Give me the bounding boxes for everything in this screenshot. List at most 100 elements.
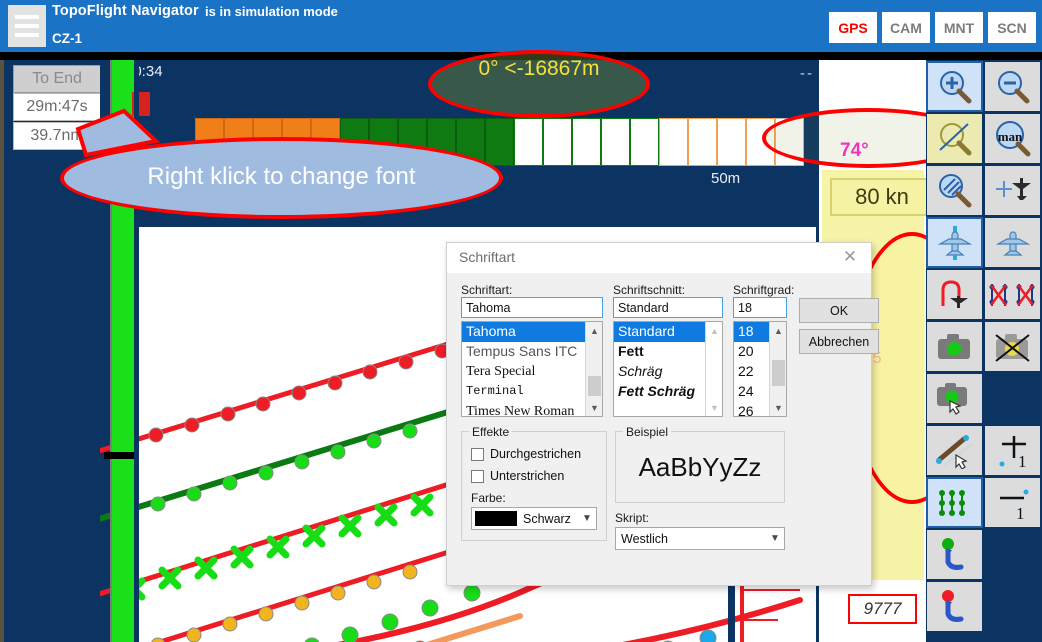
font-family-input[interactable]: Tahoma [461, 297, 603, 318]
zoom-out-icon[interactable] [984, 61, 1041, 112]
progress-cell [688, 118, 717, 166]
scroll-down-icon[interactable]: ▼ [586, 399, 602, 416]
list-item[interactable]: 22 [734, 362, 770, 382]
list-item[interactable]: Tempus Sans ITC [462, 342, 586, 362]
list-item[interactable]: Tahoma [462, 322, 586, 342]
color-label: Farbe: [471, 491, 506, 505]
font-size-label: Schriftgrad: [733, 283, 795, 297]
list-item[interactable]: 24 [734, 382, 770, 402]
progress-cell [601, 118, 630, 166]
turn-path-icon[interactable] [926, 269, 983, 320]
strikethrough-checkbox[interactable]: Durchgestrichen [471, 447, 581, 461]
font-style-list[interactable]: Standard Fett Schräg Fett Schräg ▲ ▼ [613, 321, 723, 417]
mode-button-scn[interactable]: SCN [988, 12, 1036, 43]
font-style-scrollbar[interactable]: ▲ ▼ [705, 322, 722, 416]
camera-off-icon[interactable] [984, 321, 1041, 372]
font-size-input[interactable]: 18 [733, 297, 787, 318]
list-item[interactable]: Standard [614, 322, 706, 342]
strikethrough-label: Durchgestrichen [490, 447, 582, 461]
list-item[interactable]: 20 [734, 342, 770, 362]
font-dialog[interactable]: Schriftart ✕ Schriftart: Tahoma Tahoma Te… [446, 242, 879, 586]
hamburger-icon[interactable] [8, 5, 46, 47]
list-item[interactable]: Tera Special [462, 362, 586, 382]
scroll-down-icon[interactable]: ▼ [770, 399, 786, 416]
svg-text:man: man [997, 129, 1022, 144]
ok-button[interactable]: OK [799, 298, 879, 323]
scroll-thumb[interactable] [588, 376, 601, 396]
progress-cell [746, 118, 775, 166]
mode-button-group: GPS CAM MNT SCN [829, 12, 1036, 43]
mode-button-cam[interactable]: CAM [882, 12, 930, 43]
list-item[interactable]: Fett [614, 342, 706, 362]
scale-label-right: 50m [711, 170, 741, 187]
aircraft-active-icon[interactable] [926, 217, 983, 268]
cancel-button[interactable]: Abbrechen [799, 329, 879, 354]
mode-button-mnt[interactable]: MNT [935, 12, 983, 43]
scroll-up-icon[interactable]: ▲ [586, 322, 602, 339]
script-combobox[interactable]: Westlich ▼ [615, 527, 785, 550]
strip-points-icon[interactable] [926, 477, 983, 528]
progress-cell [543, 118, 572, 166]
close-icon[interactable]: ✕ [839, 246, 861, 268]
camera-click-icon[interactable] [926, 373, 983, 424]
mode-button-gps[interactable]: GPS [829, 12, 877, 43]
right-toolbar: man 1 1 [926, 60, 1042, 642]
app-title: TopoFlight Navigator [52, 3, 199, 19]
color-combobox[interactable]: Schwarz ▼ [471, 507, 597, 530]
delete-line-icon[interactable] [984, 269, 1041, 320]
zoom-in-icon[interactable] [926, 61, 983, 112]
checkbox-icon[interactable] [471, 447, 484, 461]
underline-checkbox[interactable]: Unterstrichen [471, 469, 564, 483]
list-item[interactable]: 18 [734, 322, 770, 342]
red-return-icon[interactable] [926, 581, 983, 632]
sample-text: AaBbYyZz [638, 451, 762, 482]
list-item[interactable]: Terminal [462, 382, 586, 402]
checkbox-icon[interactable] [471, 469, 484, 483]
list-item[interactable]: Times New Roman [462, 402, 586, 416]
progress-cell [572, 118, 601, 166]
project-name: CZ-1 [52, 31, 82, 46]
to-end-button[interactable]: To End [13, 65, 101, 93]
camera-on-icon[interactable] [926, 321, 983, 372]
progress-cell [775, 118, 804, 166]
zoom-area-off-icon[interactable] [926, 113, 983, 164]
callout-bubble: Right klick to change font [60, 137, 503, 219]
aircraft-icon[interactable] [984, 217, 1041, 268]
callout-text: Right klick to change font [147, 163, 416, 190]
zoom-manual-icon[interactable]: man [984, 113, 1041, 164]
zoom-hatch-icon[interactable] [926, 165, 983, 216]
speed-readout: 80 kn [830, 178, 926, 216]
scroll-up-icon[interactable]: ▲ [706, 322, 722, 339]
font-style-input[interactable]: Standard [613, 297, 723, 318]
font-family-list[interactable]: Tahoma Tempus Sans ITC Tera Special Termina… [461, 321, 603, 417]
green-return-icon[interactable] [926, 529, 983, 580]
blank-icon [984, 373, 1041, 424]
chevron-down-icon[interactable]: ▼ [578, 513, 596, 524]
list-item[interactable]: Schräg [614, 362, 706, 382]
color-swatch [475, 511, 517, 526]
dash-marker: -- [800, 65, 814, 82]
svg-text:1: 1 [1018, 452, 1027, 470]
font-style-label: Schriftschnitt: [613, 283, 686, 297]
pointer-line-icon[interactable] [926, 425, 983, 476]
dialog-title: Schriftart [459, 249, 516, 265]
bearing-readout: 74° [840, 140, 869, 161]
font-family-scrollbar[interactable]: ▲ ▼ [585, 322, 602, 416]
chevron-down-icon[interactable]: ▼ [766, 533, 784, 544]
effects-label: Effekte [469, 425, 513, 439]
color-value: Schwarz [523, 511, 571, 526]
add-aircraft-icon[interactable] [984, 165, 1041, 216]
app-window: TopoFlight Navigator is in simulation mo… [0, 0, 1042, 642]
svg-text:1: 1 [1016, 504, 1025, 522]
list-item[interactable]: Fett Schräg [614, 382, 706, 402]
remove-line-icon[interactable]: 1 [984, 477, 1041, 528]
add-line-icon[interactable]: 1 [984, 425, 1041, 476]
scroll-up-icon[interactable]: ▲ [770, 322, 786, 339]
scroll-down-icon[interactable]: ▼ [706, 399, 722, 416]
font-size-scrollbar[interactable]: ▲ ▼ [769, 322, 786, 416]
font-size-list[interactable]: 18202224262836 ▲ ▼ [733, 321, 787, 417]
list-item[interactable]: 26 [734, 402, 770, 416]
scroll-thumb[interactable] [772, 360, 785, 386]
title-bar: TopoFlight Navigator is in simulation mo… [0, 0, 1042, 52]
progress-cell [630, 118, 659, 166]
